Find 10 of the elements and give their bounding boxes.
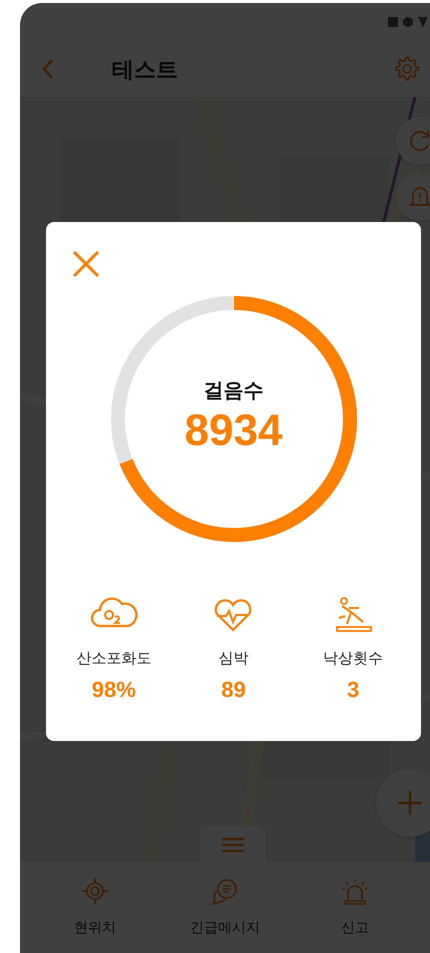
stat-value: 89 (221, 676, 246, 704)
steps-value: 8934 (184, 406, 282, 456)
steps-label: 걸음수 (204, 379, 264, 404)
stat-label: 산소포화도 (76, 649, 152, 669)
close-icon[interactable] (72, 250, 100, 278)
stat-label: 낙상횟수 (323, 649, 384, 669)
stat-label: 심박 (218, 649, 248, 669)
page-title: 테스트 (112, 56, 178, 84)
stat-value: 3 (347, 676, 360, 704)
stat-value: 98% (92, 676, 136, 704)
